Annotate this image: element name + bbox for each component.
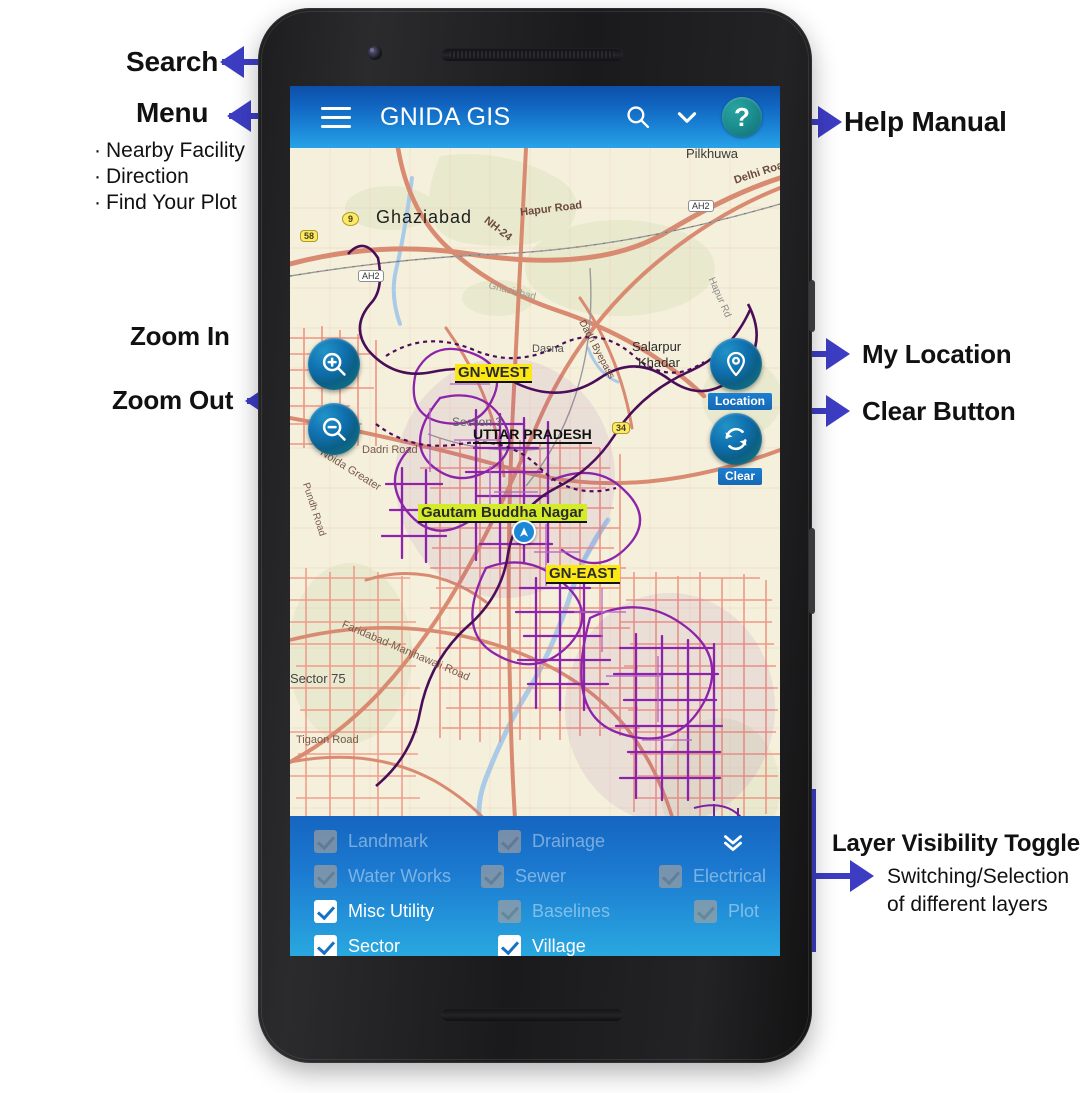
- checkbox-village[interactable]: [498, 935, 521, 956]
- layer-visibility-panel: Landmark Drainage Water Works Sewer Elec…: [290, 816, 780, 956]
- layer-label-village: Village: [532, 936, 586, 956]
- layer-label-electrical: Electrical: [692, 866, 766, 886]
- shield-ah2-top: AH2: [688, 200, 714, 212]
- layer-label-sewer: Sewer: [515, 866, 567, 886]
- layer-item-misc-utility[interactable]: Misc Utility: [314, 900, 498, 923]
- earpiece-speaker: [441, 48, 623, 61]
- clear-caption: Clear: [718, 468, 763, 485]
- map-road-dadri-road: Dadri Road: [362, 444, 418, 456]
- layer-item-baselines[interactable]: Baselines: [498, 900, 694, 923]
- annotation-search: Search: [126, 46, 219, 77]
- gn-west-text: GN-WEST: [455, 364, 532, 383]
- page-title: GNIDA GIS: [380, 102, 511, 131]
- layer-item-village[interactable]: Village: [498, 935, 694, 956]
- map-label-gautam-buddha-nagar: Gautam Buddha Nagar: [418, 504, 587, 523]
- checkbox-water-works[interactable]: [314, 865, 337, 888]
- layer-label-water-works: Water Works: [348, 866, 452, 886]
- layer-item-sector[interactable]: Sector: [314, 935, 498, 956]
- annotation-menu-items: · Nearby Facility · Direction · Find Your P…: [94, 139, 245, 214]
- my-location-caption: Location: [708, 393, 772, 410]
- checkbox-electrical[interactable]: [658, 865, 682, 888]
- power-button[interactable]: [809, 280, 815, 332]
- shield-34: 34: [612, 422, 631, 434]
- layer-row-1: Water Works Sewer Electrical: [314, 859, 766, 894]
- layer-row-2: Misc Utility Baselines Plot: [314, 894, 766, 929]
- double-chevron-down-icon[interactable]: [718, 829, 766, 855]
- map-label-dasna: Dasna: [532, 343, 564, 355]
- arrow-menu-head: [227, 100, 251, 132]
- annotation-zoom-in: Zoom In: [130, 321, 230, 351]
- current-location-marker: [512, 520, 536, 544]
- annotation-help-manual: Help Manual: [844, 106, 1007, 137]
- my-location-button[interactable]: [710, 338, 762, 390]
- arrow-clear-head: [826, 395, 850, 427]
- checkbox-plot[interactable]: [694, 900, 717, 923]
- volume-button[interactable]: [809, 528, 815, 614]
- clear-button[interactable]: [710, 413, 762, 465]
- hamburger-menu-icon[interactable]: [310, 106, 362, 128]
- map-label-gn-west: GN-WEST: [455, 364, 532, 383]
- layer-item-landmark[interactable]: Landmark: [314, 830, 498, 853]
- layer-row-0: Landmark Drainage: [314, 824, 766, 859]
- map-road-tigaon-road: Tigaon Road: [296, 734, 359, 746]
- checkbox-baselines[interactable]: [498, 900, 521, 923]
- shield-9: 9: [342, 212, 360, 226]
- app-bar-actions: ?: [624, 97, 780, 137]
- annotation-my-location: My Location: [862, 339, 1012, 369]
- arrow-layers-head: [850, 860, 874, 892]
- map-label-uttar-pradesh: UTTAR PRADESH: [473, 426, 592, 444]
- arrow-search-head: [220, 46, 244, 78]
- shield-ah2-left: AH2: [358, 270, 384, 282]
- screenshot-root: Search Menu · Nearby Facility · Direction …: [0, 0, 1080, 1093]
- map-label-sector75: Sector 75: [290, 671, 346, 686]
- shield-58: 58: [300, 230, 319, 242]
- checkbox-misc-utility[interactable]: [314, 900, 337, 923]
- layer-label-baselines: Baselines: [532, 901, 611, 921]
- map-label-gn-east: GN-EAST: [546, 565, 620, 584]
- arrow-location-head: [826, 338, 850, 370]
- bottom-speaker-grille: [441, 1008, 623, 1021]
- annotation-menu: Menu: [136, 97, 209, 128]
- checkbox-sector[interactable]: [314, 935, 337, 956]
- search-icon[interactable]: [624, 103, 652, 131]
- menu-item-2: Find Your Plot: [106, 191, 237, 214]
- zoom-out-button[interactable]: [308, 403, 360, 455]
- checkbox-sewer[interactable]: [481, 865, 505, 888]
- layer-label-drainage: Drainage: [532, 831, 606, 851]
- gn-east-text: GN-EAST: [546, 565, 620, 584]
- phone-device-frame: GNIDA GIS ? Pilkhuwa Ghaziabad Salarpur …: [258, 8, 815, 1063]
- layer-item-water-works[interactable]: Water Works: [314, 865, 481, 888]
- map-label-pilkhuwa: Pilkhuwa: [686, 148, 739, 161]
- arrow-help-head: [818, 106, 842, 138]
- gautam-buddha-nagar-text: Gautam Buddha Nagar: [418, 504, 587, 523]
- chevron-down-icon[interactable]: [674, 104, 700, 130]
- annotation-layer-toggle-title: Layer Visibility Toggle:: [832, 830, 1080, 857]
- annotation-layer-toggle-sub1: Switching/Selection: [887, 865, 1070, 888]
- map-label-ghaziabad: Ghaziabad: [376, 207, 473, 227]
- layer-row-3: Sector Village: [314, 929, 766, 956]
- map-label-khadar: Khadar: [638, 355, 680, 370]
- menu-item-0: Nearby Facility: [106, 139, 245, 162]
- layer-item-plot[interactable]: Plot: [694, 900, 766, 923]
- help-manual-button[interactable]: ?: [722, 97, 762, 137]
- front-camera-icon: [368, 46, 382, 60]
- layer-label-plot: Plot: [728, 901, 760, 921]
- layer-label-landmark: Landmark: [348, 831, 429, 851]
- app-bar: GNIDA GIS ?: [290, 86, 780, 148]
- annotation-layer-toggle-sub2: of different layers: [887, 893, 1048, 916]
- checkbox-landmark[interactable]: [314, 830, 337, 853]
- layer-item-sewer[interactable]: Sewer: [481, 865, 659, 888]
- map-view[interactable]: Pilkhuwa Ghaziabad Noida Salarpur Khadar…: [290, 148, 780, 885]
- layer-label-sector: Sector: [348, 936, 401, 956]
- app-screen: GNIDA GIS ? Pilkhuwa Ghaziabad Salarpur …: [290, 86, 780, 956]
- layer-item-drainage[interactable]: Drainage: [498, 830, 694, 853]
- map-label-salarpur: Salarpur: [632, 339, 682, 354]
- layer-item-electrical[interactable]: Electrical: [658, 865, 766, 888]
- checkbox-drainage[interactable]: [498, 830, 521, 853]
- annotation-zoom-out: Zoom Out: [112, 385, 234, 415]
- layer-label-misc-utility: Misc Utility: [348, 901, 434, 921]
- menu-item-1: Direction: [106, 165, 189, 188]
- zoom-in-button[interactable]: [308, 338, 360, 390]
- annotation-clear-button: Clear Button: [862, 396, 1016, 426]
